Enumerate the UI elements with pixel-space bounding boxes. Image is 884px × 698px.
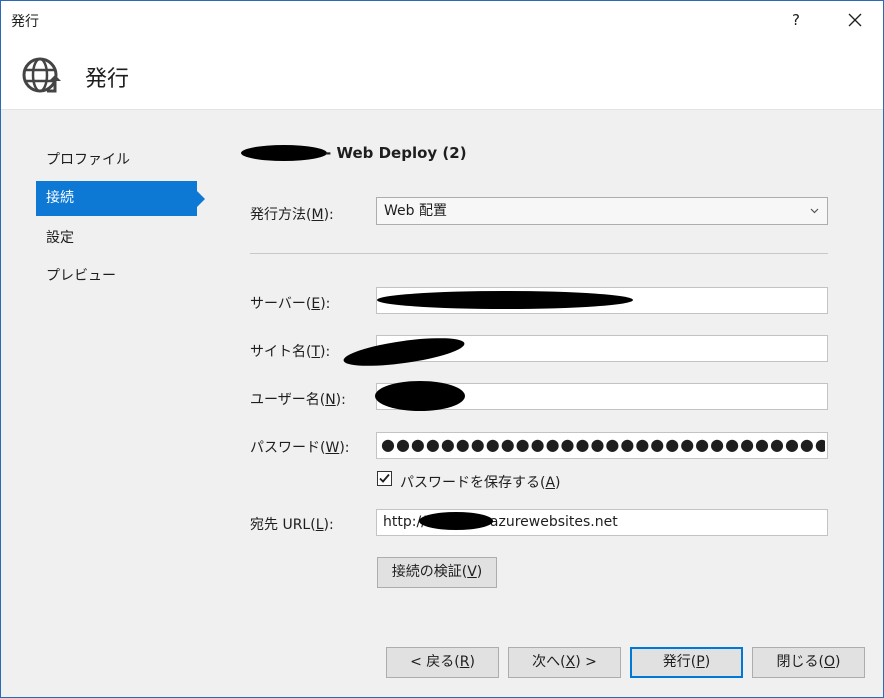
site-name-label: サイト名(T): [250, 344, 331, 360]
nav-item-label: プロファイル [46, 152, 130, 168]
profile-title: - Web Deploy (2) [325, 144, 467, 162]
redaction-mark [419, 512, 493, 530]
publish-method-label: 発行方法(M): [250, 207, 334, 223]
help-button[interactable]: ? [782, 7, 810, 33]
nav-item-connection[interactable]: 接続 [36, 181, 205, 216]
active-indicator-arrow [197, 191, 205, 207]
window-title: 発行 [11, 14, 39, 30]
nav-item-preview[interactable]: プレビュー [36, 259, 197, 294]
nav-item-profile[interactable]: プロファイル [36, 143, 197, 178]
publish-button[interactable]: 発行(P) [630, 647, 743, 678]
publish-method-value: Web 配置 [384, 203, 447, 219]
nav-item-label: プレビュー [46, 268, 116, 284]
server-label: サーバー(E): [250, 296, 331, 312]
save-password-checkbox[interactable] [377, 471, 392, 486]
password-label: パスワード(W): [250, 440, 350, 456]
destination-url-label: 宛先 URL(L): [250, 517, 334, 533]
dialog-header: 発行 [1, 39, 883, 110]
close-window-button[interactable] [841, 7, 869, 33]
redaction-mark [375, 381, 465, 411]
redaction-mark [241, 145, 327, 161]
chevron-down-icon [810, 198, 819, 224]
checkmark-icon [379, 473, 390, 483]
nav-item-label: 接続 [46, 190, 74, 206]
close-icon [848, 13, 862, 27]
validate-connection-button[interactable]: 接続の検証(V) [377, 557, 497, 588]
password-mask: ●●●●●●●●●●●●●●●●●●●●●●●●●●●●●●●●●●●●●●●●… [381, 436, 825, 454]
globe-publish-icon [22, 57, 61, 93]
title-bar: 発行 ? [1, 1, 883, 39]
close-button[interactable]: 閉じる(O) [752, 647, 865, 678]
publish-dialog: 発行 ? 発行 プロファイル 接続 設定 プレビュー - Web Deploy … [0, 0, 884, 698]
user-name-label: ユーザー名(N): [250, 392, 346, 408]
back-button[interactable]: < 戻る(R) [386, 647, 499, 678]
nav-item-settings[interactable]: 設定 [36, 221, 197, 256]
next-button[interactable]: 次へ(X) > [508, 647, 621, 678]
publish-method-select[interactable]: Web 配置 [376, 197, 828, 225]
redaction-mark [377, 291, 633, 309]
nav-item-label: 設定 [46, 230, 74, 246]
destination-url-suffix: azurewebsites.net [489, 514, 618, 530]
page-title: 発行 [85, 67, 130, 92]
divider [250, 253, 828, 254]
save-password-label[interactable]: パスワードを保存する(A) [400, 472, 561, 492]
